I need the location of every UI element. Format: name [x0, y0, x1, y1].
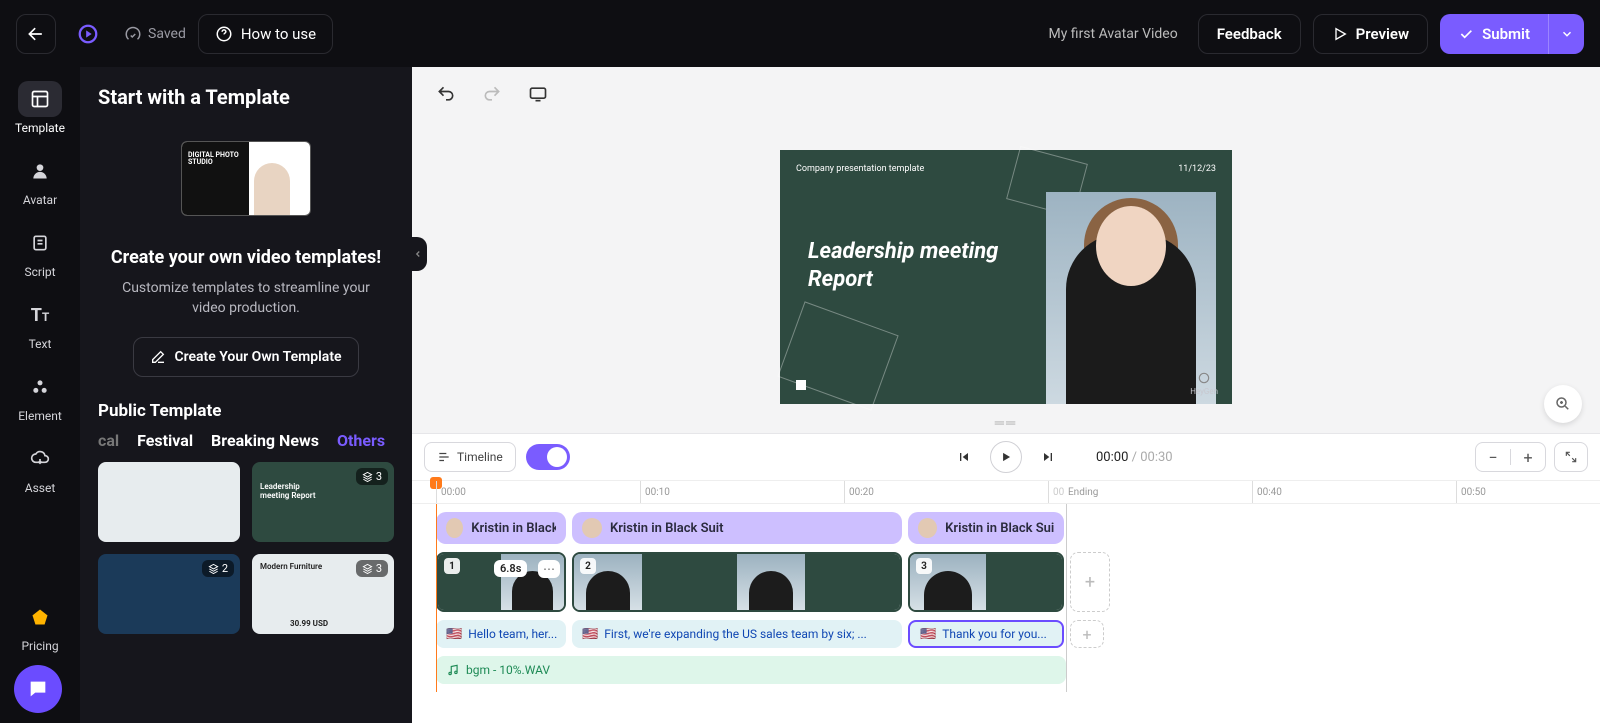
add-script-button[interactable]: +	[1070, 620, 1104, 648]
avatar-clip-1[interactable]: Kristin in Black S	[436, 512, 566, 544]
create-template-button[interactable]: Create Your Own Template	[133, 337, 358, 377]
expand-timeline-button[interactable]	[1554, 442, 1588, 472]
script-clip-1[interactable]: 🇺🇸Hello team, her...	[436, 620, 566, 648]
tab-cal[interactable]: cal	[98, 431, 119, 450]
slide-title: Leadership meetingReport	[808, 238, 998, 293]
collapse-panel-button[interactable]	[409, 237, 427, 271]
nav-element[interactable]: Element	[18, 369, 62, 423]
template-card-2[interactable]: 3 Leadership meeting Report	[252, 462, 394, 542]
preview-button[interactable]: Preview	[1313, 14, 1428, 54]
script-clip-3[interactable]: 🇺🇸Thank you for you...	[908, 620, 1064, 648]
public-template-title: Public Template	[98, 401, 394, 421]
app-logo	[68, 14, 108, 54]
zoom-fab[interactable]	[1544, 385, 1582, 423]
nav-asset[interactable]: Asset	[18, 441, 62, 495]
submit-button[interactable]: Submit	[1440, 14, 1548, 54]
avatar-clip-3[interactable]: Kristin in Black Suit	[908, 512, 1064, 544]
audio-track: bgm - 10%.WAV	[436, 656, 1586, 684]
nav-template[interactable]: Template	[15, 81, 65, 135]
template-card-1[interactable]	[98, 462, 240, 542]
tab-festival[interactable]: Festival	[137, 431, 193, 450]
avatar-clip-2[interactable]: Kristin in Black Suit	[572, 512, 902, 544]
undo-button[interactable]	[436, 84, 456, 104]
timeline-mode-button[interactable]: Timeline	[424, 442, 516, 472]
timeline-toggle[interactable]	[526, 444, 570, 470]
slide-preview[interactable]: Company presentation template 11/12/23 L…	[780, 150, 1232, 404]
stack-badge: 3	[356, 468, 388, 485]
avatar-track: Kristin in Black S Kristin in Black Suit…	[436, 512, 1586, 544]
chat-button[interactable]	[14, 665, 62, 713]
cta-title: Create your own video templates!	[98, 247, 394, 268]
scene-menu-button[interactable]: ⋯	[538, 560, 560, 578]
panel-title: Start with a Template	[98, 85, 394, 109]
scene-clip-2[interactable]: 2	[572, 552, 902, 612]
zoom-out-button[interactable]: −	[1476, 448, 1510, 467]
scene-clip-3[interactable]: 3	[908, 552, 1064, 612]
template-tabs: cal Festival Breaking News Others	[98, 431, 394, 450]
prev-button[interactable]	[956, 449, 972, 465]
add-scene-button[interactable]: +	[1070, 552, 1110, 612]
next-button[interactable]	[1040, 449, 1056, 465]
audio-clip[interactable]: bgm - 10%.WAV	[436, 656, 1066, 684]
script-clip-2[interactable]: 🇺🇸First, we're expanding the US sales te…	[572, 620, 902, 648]
slide-header-right: 11/12/23	[1178, 164, 1216, 174]
template-card-3[interactable]: 2	[98, 554, 240, 634]
template-card-4[interactable]: 3 Modern Furniture 30.99 USD	[252, 554, 394, 634]
device-preview-button[interactable]	[528, 84, 548, 104]
play-button[interactable]	[990, 441, 1022, 473]
scene-clip-1[interactable]: 1 6.8s ⋯	[436, 552, 566, 612]
back-button[interactable]	[16, 14, 56, 54]
nav-script[interactable]: Script	[18, 225, 62, 279]
nav-rail: Template Avatar Script TT Text Element A…	[0, 67, 80, 723]
tab-breaking-news[interactable]: Breaking News	[211, 431, 319, 450]
hero-template-preview[interactable]: DIGITAL PHOTO STUDIO	[98, 123, 394, 233]
script-track: 🇺🇸Hello team, her... 🇺🇸First, we're expa…	[436, 620, 1586, 648]
redo-button[interactable]	[482, 84, 502, 104]
ending-label: Ending	[1068, 481, 1098, 503]
submit-dropdown[interactable]	[1548, 14, 1584, 54]
slide-header-left: Company presentation template	[796, 164, 924, 174]
project-name: My first Avatar Video	[1048, 26, 1177, 42]
tab-others[interactable]: Others	[337, 431, 385, 450]
resize-handle[interactable]: ══	[995, 415, 1017, 431]
zoom-controls: − +	[1475, 442, 1546, 472]
template-panel: Start with a Template DIGITAL PHOTO STUD…	[80, 67, 412, 723]
nav-pricing[interactable]: Pricing	[18, 599, 62, 653]
nav-text[interactable]: TT Text	[18, 297, 62, 351]
scene-track: 1 6.8s ⋯ 2 3 +	[436, 552, 1586, 612]
feedback-button[interactable]: Feedback	[1198, 14, 1301, 54]
stack-badge: 2	[202, 560, 234, 577]
nav-avatar[interactable]: Avatar	[18, 153, 62, 207]
cta-subtitle: Customize templates to streamline your v…	[98, 278, 394, 319]
stack-badge: 3	[356, 560, 388, 577]
saved-status: Saved	[124, 25, 186, 43]
zoom-in-button[interactable]: +	[1511, 448, 1545, 467]
timeline-ruler[interactable]: 00:00 00:10 00:20 00 Ending 00:40 00:50	[412, 480, 1600, 504]
time-display: 00:00 / 00:30	[1096, 450, 1173, 465]
how-to-use-button[interactable]: How to use	[198, 14, 333, 54]
brand-logo: HeyGen	[1190, 371, 1218, 396]
